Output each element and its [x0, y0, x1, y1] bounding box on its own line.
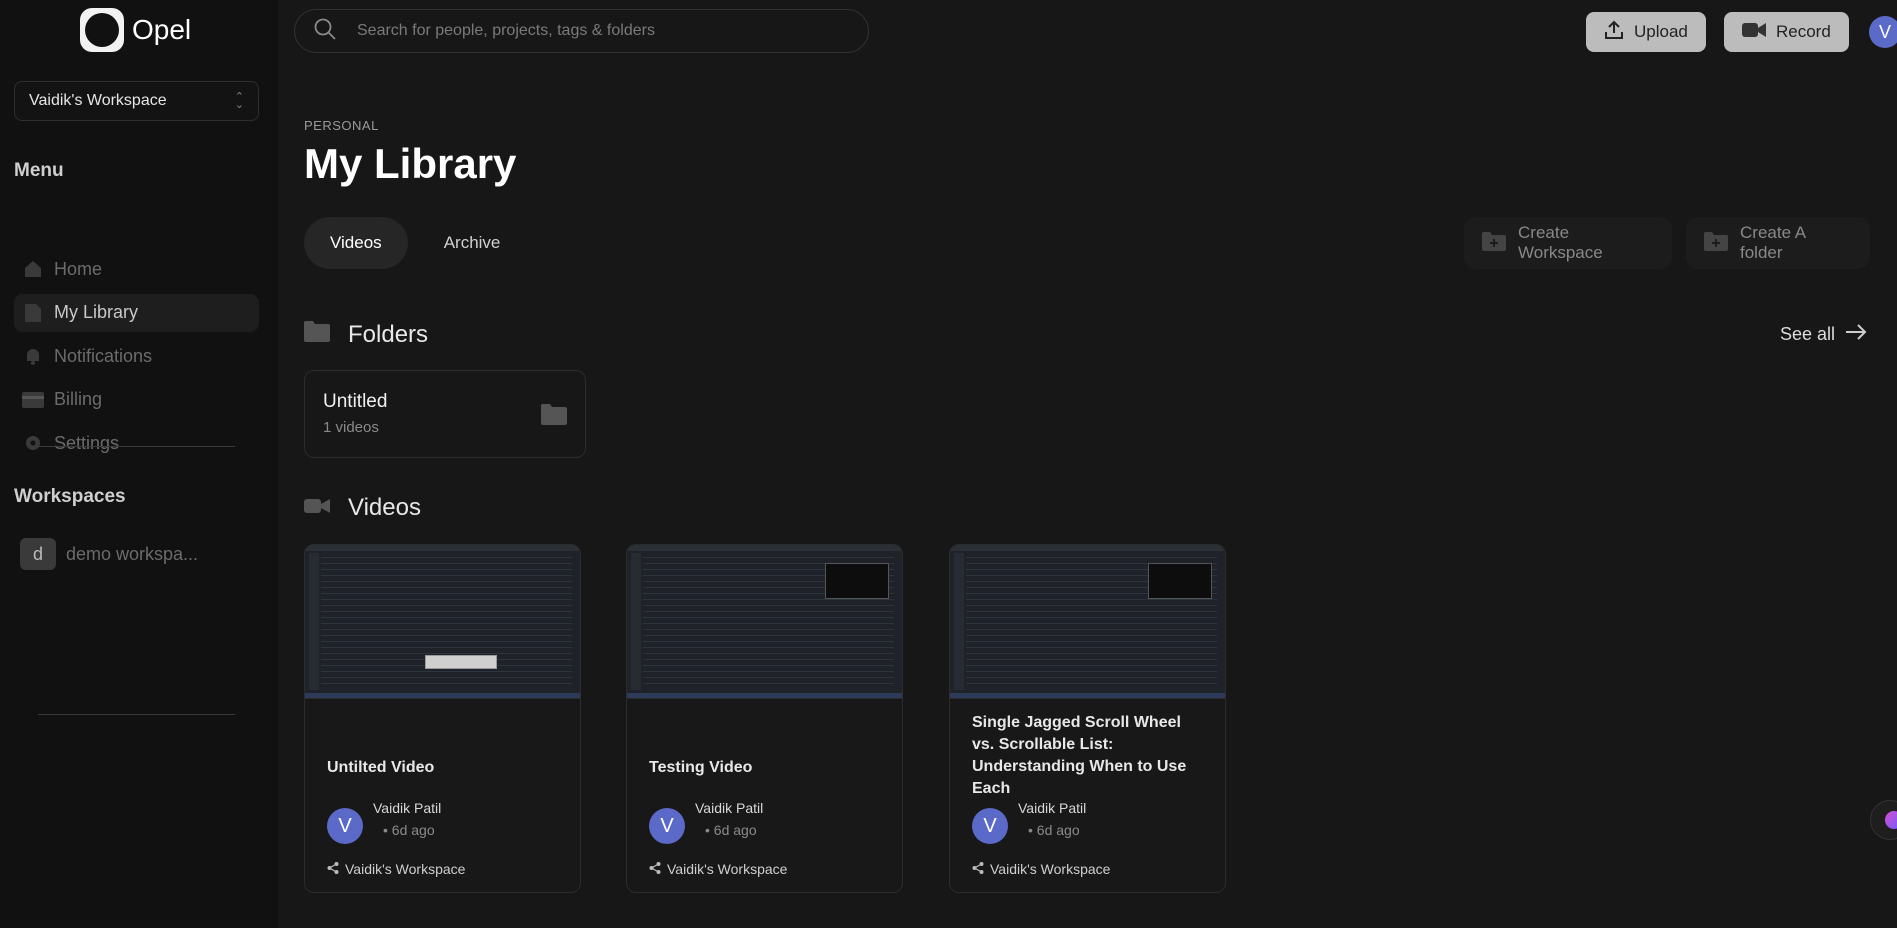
sidebar-nav: Home My Library Notifications Billing Se…	[14, 250, 259, 468]
workspaces-title: Workspaces	[14, 486, 126, 507]
tab-archive[interactable]: Archive	[418, 217, 527, 269]
sidebar-item-label: Notifications	[54, 345, 153, 366]
sidebar-divider	[38, 446, 235, 447]
video-workspace: Vaidik's Workspace	[327, 861, 465, 877]
video-thumbnail[interactable]	[950, 545, 1225, 699]
videos-header: Videos	[304, 494, 421, 522]
sidebar-item-label: My Library	[54, 302, 139, 322]
folders-header: Folders	[304, 320, 428, 349]
workspace-name: Vaidik's Workspace	[345, 861, 466, 877]
workspace-name: Vaidik's Workspace	[990, 861, 1111, 877]
search-input[interactable]	[357, 22, 837, 40]
search-icon	[313, 17, 337, 46]
workspace-item[interactable]: d demo workspa...	[20, 538, 198, 570]
assistant-bubble-icon[interactable]	[1870, 800, 1897, 840]
create-folder-button[interactable]: Create A folder	[1686, 217, 1870, 269]
video-card[interactable]: Testing Video V Vaidik Patil • 6d ago Va…	[626, 544, 903, 893]
arrow-right-icon	[1845, 323, 1867, 346]
sidebar-item-notifications[interactable]: Notifications	[14, 337, 259, 375]
workspace-item-label: demo workspa...	[66, 543, 199, 564]
sidebar-item-my-library[interactable]: My Library	[14, 293, 259, 332]
page-eyebrow: PERSONAL	[304, 118, 379, 133]
home-icon	[22, 258, 44, 280]
video-title[interactable]: Untilted Video	[327, 757, 562, 779]
sidebar-item-settings[interactable]: Settings	[14, 424, 259, 462]
video-time: • 6d ago	[705, 822, 757, 838]
video-owner: V Vaidik Patil • 6d ago	[649, 800, 763, 844]
record-button[interactable]: Record	[1724, 12, 1849, 52]
see-all-link[interactable]: See all	[1780, 323, 1867, 346]
video-workspace: Vaidik's Workspace	[972, 861, 1110, 877]
video-thumbnail[interactable]	[627, 545, 902, 699]
sidebar-item-label: Home	[54, 258, 103, 279]
create-workspace-label: Create Workspace	[1518, 223, 1603, 262]
video-time: • 6d ago	[383, 822, 435, 838]
sidebar-item-label: Billing	[54, 389, 103, 409]
bell-icon	[22, 345, 44, 367]
video-owner: V Vaidik Patil • 6d ago	[972, 800, 1086, 844]
record-label: Record	[1776, 22, 1831, 41]
see-all-label: See all	[1780, 324, 1836, 344]
create-workspace-button[interactable]: Create Workspace	[1464, 217, 1672, 269]
gear-icon	[22, 432, 44, 454]
credit-card-icon	[22, 389, 44, 411]
sidebar-divider	[38, 714, 235, 715]
upload-icon	[1604, 20, 1624, 45]
folder-plus-icon	[1704, 231, 1728, 256]
video-title[interactable]: Testing Video	[649, 757, 884, 779]
folder-card[interactable]: Untitled 1 videos	[304, 370, 586, 458]
video-camera-icon	[1742, 21, 1766, 44]
menu-title: Menu	[14, 160, 64, 181]
sidebar-item-billing[interactable]: Billing	[14, 381, 259, 419]
folder-icon	[541, 403, 567, 430]
sidebar-item-label: Settings	[54, 432, 120, 453]
video-time: • 6d ago	[1028, 822, 1080, 838]
upload-button[interactable]: Upload	[1586, 12, 1706, 52]
brand[interactable]: Opel	[80, 8, 191, 52]
search-bar[interactable]	[294, 9, 869, 53]
sidebar: Opel Vaidik's Workspace ⌃ ⌄ Menu Home My …	[0, 0, 278, 928]
share-icon	[649, 861, 661, 877]
video-thumbnail[interactable]	[305, 545, 580, 699]
chevron-up-down-icon: ⌃ ⌄	[234, 91, 244, 111]
owner-name: Vaidik Patil	[695, 800, 764, 816]
workspace-select[interactable]: Vaidik's Workspace ⌃ ⌄	[14, 81, 259, 121]
avatar: V	[649, 808, 685, 844]
folder-plus-icon	[1482, 231, 1506, 256]
library-tabs: Videos Archive	[304, 217, 526, 269]
folder-count: 1 videos	[323, 419, 379, 436]
page-title: My Library	[304, 140, 517, 187]
avatar: V	[972, 808, 1008, 844]
folder-name: Untitled	[323, 391, 388, 412]
video-card[interactable]: Untilted Video V Vaidik Patil • 6d ago V…	[304, 544, 581, 893]
tab-videos[interactable]: Videos	[304, 217, 408, 269]
owner-name: Vaidik Patil	[373, 800, 442, 816]
upload-label: Upload	[1634, 22, 1688, 41]
video-title[interactable]: Single Jagged Scroll Wheel vs. Scrollabl…	[972, 712, 1207, 800]
brand-name: Opel	[132, 14, 192, 45]
create-folder-label: Create A folder	[1740, 223, 1806, 262]
avatar: V	[327, 808, 363, 844]
workspace-badge: d	[20, 538, 56, 570]
owner-name: Vaidik Patil	[1018, 800, 1087, 816]
video-camera-icon	[304, 494, 330, 522]
video-workspace: Vaidik's Workspace	[649, 861, 787, 877]
folders-title: Folders	[348, 320, 429, 348]
share-icon	[972, 861, 984, 877]
video-card[interactable]: Single Jagged Scroll Wheel vs. Scrollabl…	[949, 544, 1226, 893]
videos-title: Videos	[348, 494, 421, 521]
user-avatar[interactable]: V	[1869, 16, 1897, 48]
workspace-name: Vaidik's Workspace	[667, 861, 788, 877]
folder-icon	[304, 320, 330, 349]
document-icon	[22, 302, 44, 324]
share-icon	[327, 861, 339, 877]
opel-logo-icon	[80, 8, 124, 52]
video-owner: V Vaidik Patil • 6d ago	[327, 800, 441, 844]
sidebar-item-home[interactable]: Home	[14, 250, 259, 288]
workspace-select-value: Vaidik's Workspace	[29, 92, 167, 109]
